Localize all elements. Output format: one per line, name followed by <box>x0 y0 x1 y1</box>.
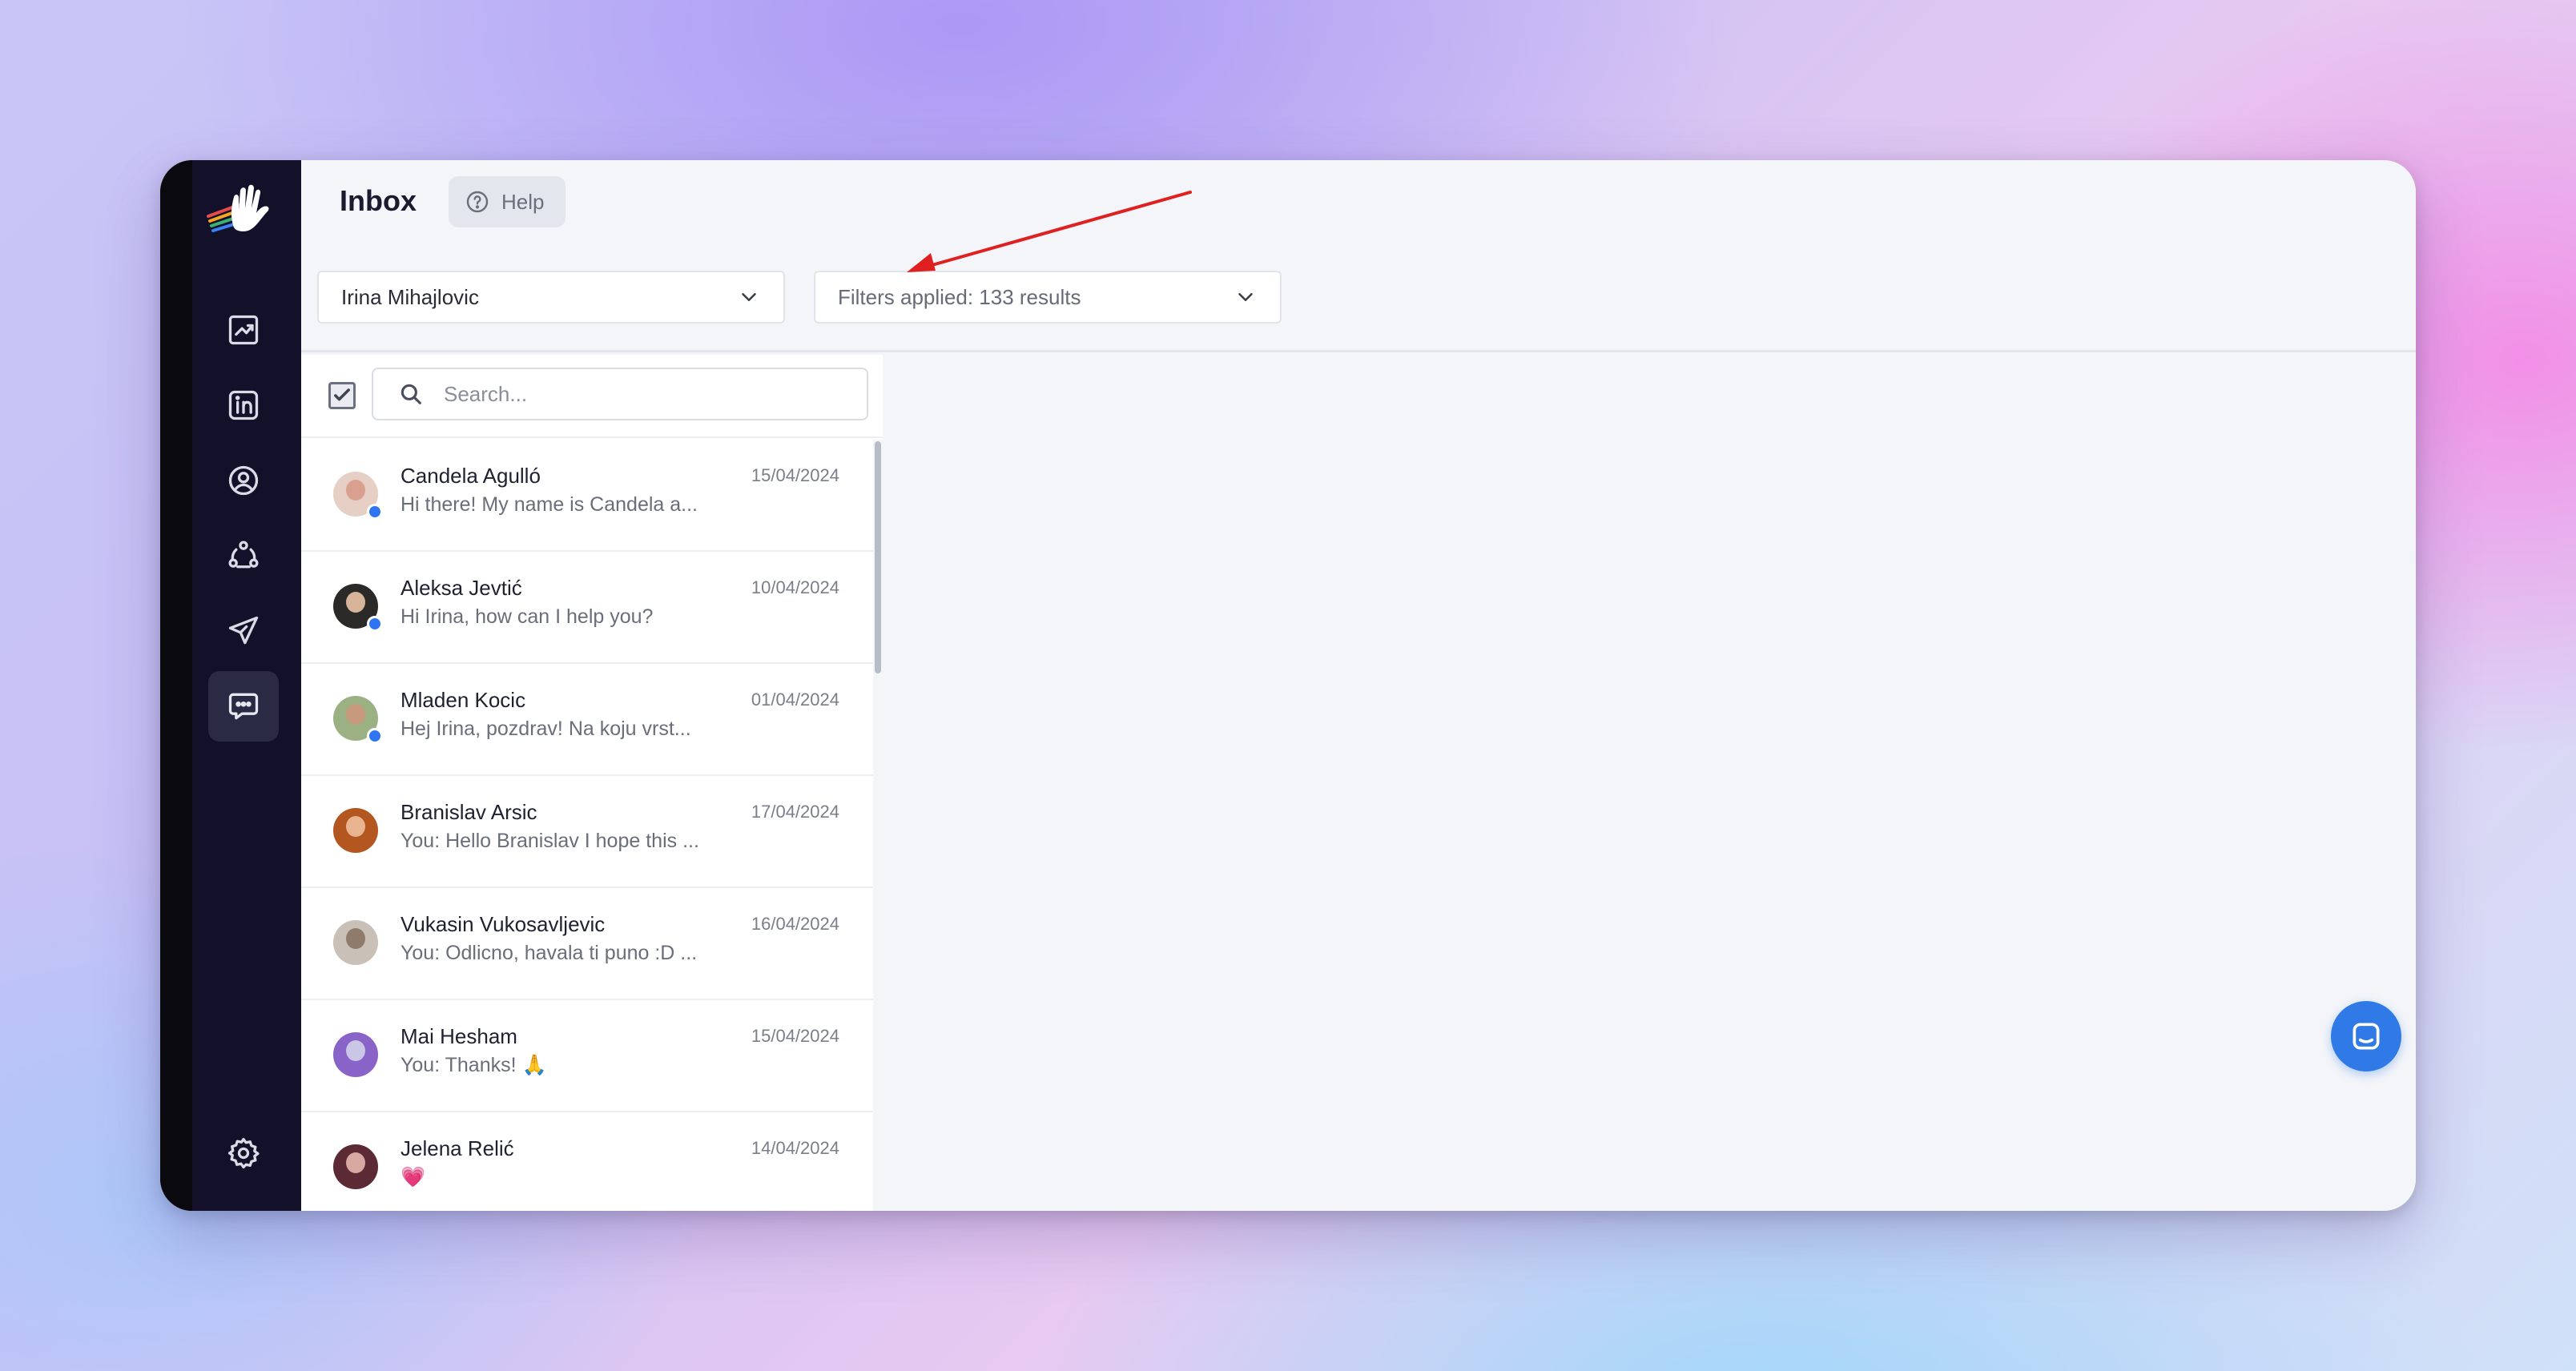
chevron-down-icon <box>1238 293 1253 301</box>
checkmark-icon <box>334 388 350 401</box>
avatar <box>333 696 383 744</box>
contact-name: Aleksa Jevtić <box>400 576 522 600</box>
waving-hand-logo-icon <box>207 184 269 232</box>
account-select[interactable]: Irina Mihajlovic <box>317 271 785 324</box>
nav-settings[interactable] <box>208 1118 279 1188</box>
chat-bubble-icon <box>228 693 259 720</box>
conversation-row[interactable]: Branislav Arsic You: Hello Branislav I h… <box>301 776 883 888</box>
contact-name: Mai Hesham <box>400 1024 517 1048</box>
conversation-row[interactable]: Mai Hesham You: Thanks! 🙏 15/04/2024 <box>301 1000 883 1112</box>
search-box <box>372 368 868 420</box>
message-date: 15/04/2024 <box>751 1026 839 1046</box>
message-date: 01/04/2024 <box>751 690 839 710</box>
message-preview: 💗 <box>400 1166 426 1188</box>
message-date: 10/04/2024 <box>751 577 839 597</box>
nav-profile[interactable] <box>208 445 279 516</box>
filter-select[interactable]: Filters applied: 133 results <box>814 271 1282 324</box>
message-preview: Hi there! My name is Candela a... <box>400 493 698 516</box>
conversation-row[interactable]: Aleksa Jevtić Hi Irina, how can I help y… <box>301 552 883 664</box>
conversation-row[interactable]: Vukasin Vukosavljevic You: Odlicno, hava… <box>301 888 883 1000</box>
topbar: Inbox Help Irina Mihajlovic Filters appl… <box>301 160 2416 352</box>
message-date: 15/04/2024 <box>751 465 839 485</box>
main-area: Inbox Help Irina Mihajlovic Filters appl… <box>301 160 2416 1211</box>
avatar <box>333 472 383 520</box>
annotation-arrow-icon <box>907 191 1192 272</box>
search-icon <box>400 384 421 404</box>
conversation-row[interactable]: Mladen Kocic Hej Irina, pozdrav! Na koju… <box>301 664 883 776</box>
avatar <box>333 584 383 632</box>
list-header <box>301 355 883 438</box>
online-indicator <box>367 728 383 744</box>
select-all-checkbox[interactable] <box>328 382 356 409</box>
scrollbar-thumb[interactable] <box>875 441 881 673</box>
avatar <box>333 808 378 853</box>
contact-name: Jelena Relić <box>400 1136 514 1160</box>
network-icon <box>228 541 259 569</box>
help-button[interactable]: Help <box>449 176 566 227</box>
avatar <box>333 920 378 965</box>
sidebar-edge <box>160 160 192 1211</box>
list-scrollbar[interactable] <box>873 440 883 1211</box>
conversation-list-panel: Candela Agulló Hi there! My name is Cand… <box>301 355 883 1211</box>
app-window: Inbox Help Irina Mihajlovic Filters appl… <box>160 160 2416 1211</box>
nav-network[interactable] <box>208 521 279 591</box>
message-date: 16/04/2024 <box>751 914 839 934</box>
online-indicator <box>367 504 383 520</box>
support-chat-button[interactable] <box>2331 1001 2401 1071</box>
nav-linkedin[interactable] <box>208 370 279 440</box>
chart-trend-icon <box>228 315 259 345</box>
conversation-list: Candela Agulló Hi there! My name is Cand… <box>301 440 883 1211</box>
send-plane-icon <box>228 616 259 645</box>
page-title: Inbox <box>340 184 417 217</box>
message-preview: You: Odlicno, havala ti puno :D ... <box>400 942 698 964</box>
gear-icon <box>227 1137 260 1169</box>
search-input[interactable] <box>444 381 828 407</box>
conversation-row[interactable]: Jelena Relić 💗 14/04/2024 <box>301 1112 883 1211</box>
message-preview: Hej Irina, pozdrav! Na koju vrst... <box>400 718 691 740</box>
conversation-detail-pane <box>883 355 2416 1211</box>
help-label: Help <box>501 189 545 214</box>
chevron-down-icon <box>742 293 756 301</box>
contact-name: Vukasin Vukosavljevic <box>400 912 606 936</box>
account-select-value: Irina Mihajlovic <box>341 284 479 309</box>
contact-name: Mladen Kocic <box>400 688 526 712</box>
online-indicator <box>367 616 383 632</box>
avatar <box>333 1032 378 1077</box>
linkedin-icon <box>228 390 259 420</box>
message-preview: You: Thanks! 🙏 <box>400 1054 547 1076</box>
message-preview: Hi Irina, how can I help you? <box>400 605 654 628</box>
contact-name: Candela Agulló <box>400 464 541 488</box>
message-date: 17/04/2024 <box>751 802 839 822</box>
message-date: 14/04/2024 <box>751 1138 839 1158</box>
filter-select-value: Filters applied: 133 results <box>838 284 1081 309</box>
contact-name: Branislav Arsic <box>400 800 537 824</box>
chat-widget-icon <box>2353 1023 2380 1050</box>
nav-campaigns[interactable] <box>208 596 279 666</box>
avatar <box>333 1144 378 1189</box>
question-circle-icon <box>466 191 489 213</box>
conversation-row[interactable]: Candela Agulló Hi there! My name is Cand… <box>301 440 883 552</box>
message-preview: You: Hello Branislav I hope this ... <box>400 830 699 852</box>
user-circle-icon <box>228 465 259 496</box>
sidebar <box>160 160 301 1211</box>
nav-inbox[interactable] <box>208 671 279 742</box>
nav-analytics[interactable] <box>208 295 279 365</box>
